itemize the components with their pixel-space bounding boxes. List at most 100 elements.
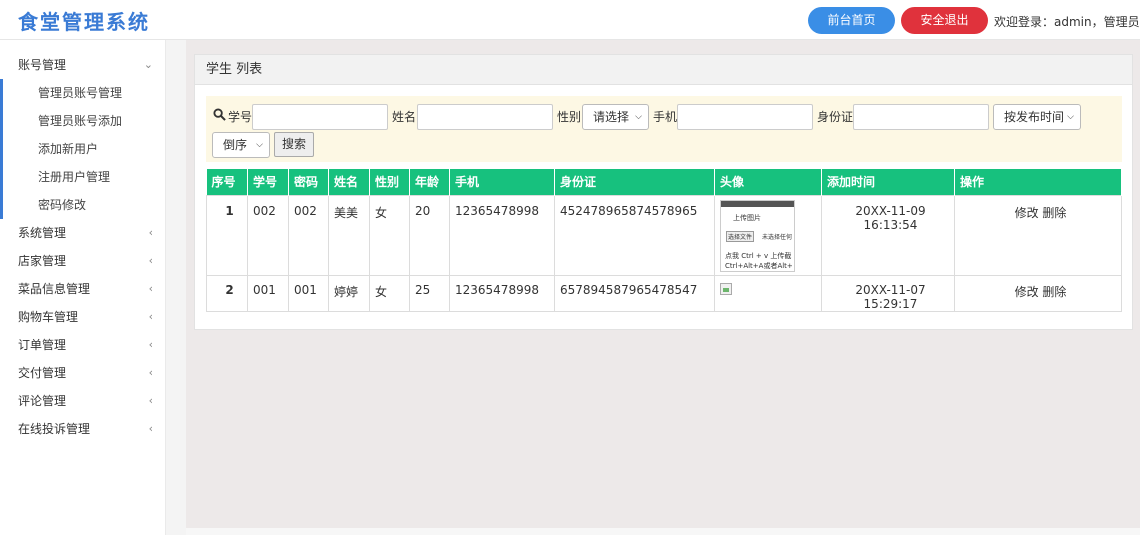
sort-select[interactable]: 按发布时间 ⌵ [993, 104, 1081, 130]
cell-index: 2 [206, 274, 248, 312]
menu-group-delivery[interactable]: 交付管理 ‹ [0, 359, 165, 387]
cell-phone: 12365478998 [449, 194, 555, 276]
student-list-panel: 学生 列表 学号 姓名 性别 请选择 ⌵ 手机 身份证 按发布时间 ⌵ 倒序 ⌵… [194, 54, 1133, 330]
order-select[interactable]: 倒序 ⌵ [212, 132, 270, 158]
cell-name: 美美 [328, 194, 370, 276]
chevron-down-icon: ⌵ [256, 140, 263, 150]
cell-student-no: 001 [247, 274, 289, 312]
cell-phone: 12365478998 [449, 274, 555, 312]
cell-gender: 女 [369, 194, 410, 276]
chevron-down-icon: ⌄ [143, 58, 153, 71]
content-gutter [166, 40, 186, 535]
menu-group-complaint[interactable]: 在线投诉管理 ‹ [0, 415, 165, 443]
col-name: 姓名 [328, 169, 370, 195]
student-no-label: 学号 [228, 110, 253, 124]
cell-actions: 修改 删除 [954, 274, 1122, 312]
search-button[interactable]: 搜索 [274, 132, 314, 157]
bottom-strip [186, 528, 1140, 535]
sidebar-item-admin-add[interactable]: 管理员账号添加 [3, 107, 165, 135]
sidebar: 账号管理 ⌄ 管理员账号管理 管理员账号添加 添加新用户 注册用户管理 密码修改… [0, 40, 166, 535]
phone-input[interactable] [677, 104, 813, 130]
sort-select-value: 按发布时间 [1004, 110, 1065, 124]
thumb-line2: Ctrl+Alt+A或者Alt+ [725, 261, 793, 270]
cell-index: 1 [206, 194, 248, 276]
cell-id-card: 452478965874578965 [554, 194, 715, 276]
search-icon [213, 108, 226, 121]
delete-link[interactable]: 删除 [1042, 206, 1066, 220]
home-button[interactable]: 前台首页 [808, 7, 895, 34]
gender-select-value: 请选择 [593, 110, 630, 124]
cell-added-time: 20XX-11-07 15:29:17 [821, 274, 955, 312]
menu-group-dish[interactable]: 菜品信息管理 ‹ [0, 275, 165, 303]
chevron-left-icon: ‹ [148, 282, 153, 295]
cell-avatar [714, 274, 822, 312]
sidebar-item-password[interactable]: 密码修改 [3, 191, 165, 219]
menu-group-shop[interactable]: 店家管理 ‹ [0, 247, 165, 275]
edit-link[interactable]: 修改 [1015, 206, 1039, 220]
table-row: 2 001 001 婷婷 女 25 12365478998 6578945879… [206, 274, 1122, 312]
delete-link[interactable]: 删除 [1042, 285, 1066, 299]
menu-group-label: 在线投诉管理 [18, 422, 91, 436]
student-no-input[interactable] [252, 104, 388, 130]
thumb-title: 上传图片 [733, 213, 761, 222]
menu-group-label: 系统管理 [18, 226, 67, 240]
col-avatar: 头像 [714, 169, 822, 195]
menu-group-label: 店家管理 [18, 254, 67, 268]
edit-link[interactable]: 修改 [1015, 285, 1039, 299]
menu-group-cart[interactable]: 购物车管理 ‹ [0, 303, 165, 331]
menu-group-label: 账号管理 [18, 58, 67, 72]
gender-select[interactable]: 请选择 ⌵ [582, 104, 649, 130]
broken-image-icon[interactable] [720, 282, 732, 295]
id-card-input[interactable] [853, 104, 989, 130]
menu-group-order[interactable]: 订单管理 ‹ [0, 331, 165, 359]
search-bar: 学号 姓名 性别 请选择 ⌵ 手机 身份证 按发布时间 ⌵ 倒序 ⌵ 搜索 [206, 96, 1122, 162]
gender-label: 性别 [557, 110, 582, 124]
student-table: 序号 学号 密码 姓名 性别 年龄 手机 身份证 头像 添加时间 操作 1 00… [206, 169, 1122, 312]
welcome-text: 欢迎登录：admin，管理员 [994, 15, 1140, 29]
name-input[interactable] [417, 104, 553, 130]
chevron-left-icon: ‹ [148, 394, 153, 407]
cell-student-no: 002 [247, 194, 289, 276]
cell-password: 002 [288, 194, 329, 276]
cell-age: 20 [409, 194, 450, 276]
cell-avatar: 上传图片 选择文件 未选择任何 点我 Ctrl + v 上传截 Ctrl+Alt… [714, 194, 822, 276]
chevron-left-icon: ‹ [148, 338, 153, 351]
sidebar-item-registered-users[interactable]: 注册用户管理 [3, 163, 165, 191]
avatar[interactable]: 上传图片 选择文件 未选择任何 点我 Ctrl + v 上传截 Ctrl+Alt… [720, 199, 795, 272]
panel-title: 学生 列表 [195, 55, 1132, 85]
cell-name: 婷婷 [328, 274, 370, 312]
menu-group-system[interactable]: 系统管理 ‹ [0, 219, 165, 247]
logout-button[interactable]: 安全退出 [901, 7, 988, 34]
col-actions: 操作 [954, 169, 1122, 195]
col-id-card: 身份证 [554, 169, 715, 195]
col-phone: 手机 [449, 169, 555, 195]
menu-group-label: 订单管理 [18, 338, 67, 352]
cell-actions: 修改 删除 [954, 194, 1122, 276]
menu-group-label: 购物车管理 [18, 310, 79, 324]
col-added-time: 添加时间 [821, 169, 955, 195]
col-student-no: 学号 [247, 169, 289, 195]
name-label: 姓名 [392, 110, 417, 124]
sidebar-item-add-user[interactable]: 添加新用户 [3, 135, 165, 163]
col-password: 密码 [288, 169, 329, 195]
cell-added-time: 20XX-11-09 16:13:54 [821, 194, 955, 276]
app-title: 食堂管理系统 [18, 10, 150, 34]
sidebar-item-admin-manage[interactable]: 管理员账号管理 [3, 79, 165, 107]
cell-id-card: 657894587965478547 [554, 274, 715, 312]
cell-password: 001 [288, 274, 329, 312]
thumb-line1: 点我 Ctrl + v 上传截 [725, 251, 792, 260]
chevron-left-icon: ‹ [148, 366, 153, 379]
menu-group-label: 交付管理 [18, 366, 67, 380]
menu-group-comment[interactable]: 评论管理 ‹ [0, 387, 165, 415]
chevron-left-icon: ‹ [148, 310, 153, 323]
col-gender: 性别 [369, 169, 410, 195]
order-select-value: 倒序 [223, 138, 248, 152]
menu-group-account[interactable]: 账号管理 ⌄ [0, 51, 165, 79]
col-age: 年龄 [409, 169, 450, 195]
top-header: 食堂管理系统 前台首页 安全退出 欢迎登录：admin，管理员 [0, 0, 1140, 40]
chevron-left-icon: ‹ [148, 254, 153, 267]
thumb-file-note: 未选择任何 [762, 233, 793, 241]
cell-gender: 女 [369, 274, 410, 312]
chevron-down-icon: ⌵ [1067, 112, 1074, 122]
phone-label: 手机 [653, 110, 678, 124]
